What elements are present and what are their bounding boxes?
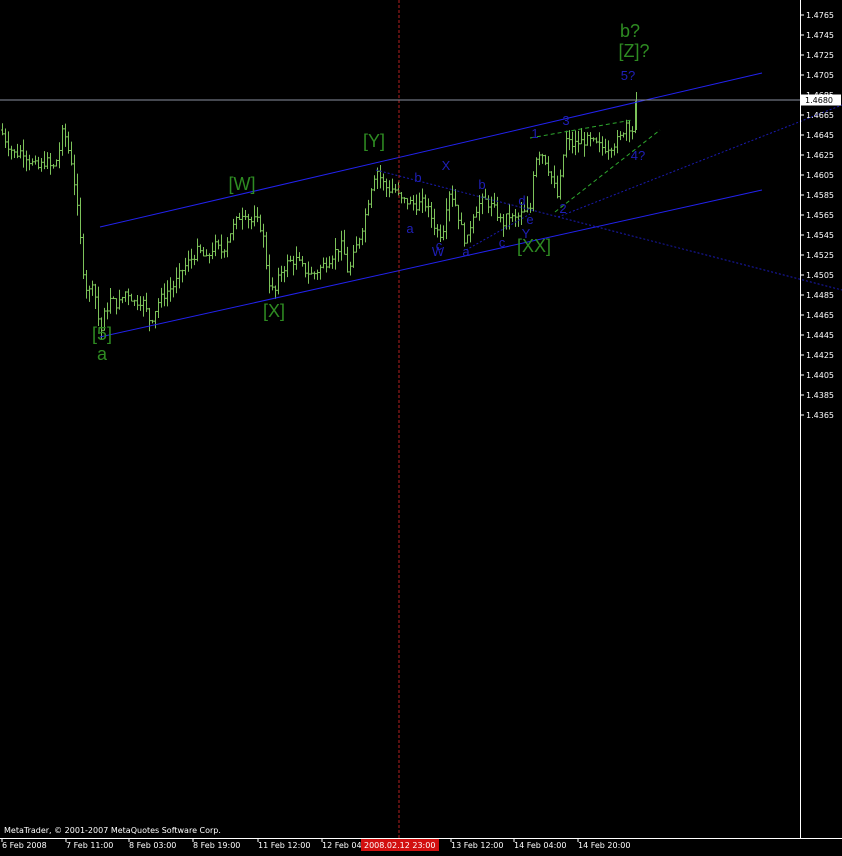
- x-tick-label: 8 Feb 19:00: [193, 841, 240, 850]
- y-tick-label: 1.4425: [806, 351, 834, 360]
- current-price-box: 1.4680: [801, 94, 841, 106]
- wave-label-minor: a: [462, 244, 470, 259]
- y-axis-ticks: 1.47651.47451.47251.47051.46851.46651.46…: [800, 11, 834, 420]
- wave-label-major: [Z]?: [618, 41, 649, 61]
- cursor-time-label: 2008.02.12 23:00: [364, 841, 435, 850]
- y-tick-label: 1.4545: [806, 231, 834, 240]
- x-tick-label: 13 Feb 12:00: [451, 841, 503, 850]
- y-tick-label: 1.4365: [806, 411, 834, 420]
- chart-background: [0, 0, 842, 856]
- wave-label-minor: d: [518, 193, 525, 208]
- y-tick-label: 1.4665: [806, 111, 834, 120]
- wave-label-minor: e: [526, 212, 533, 227]
- wave-label-major: [5]: [92, 324, 112, 344]
- y-tick-label: 1.4645: [806, 131, 834, 140]
- wave-label-minor: 5?: [621, 68, 635, 83]
- current-price-label: 1.4680: [805, 96, 833, 105]
- y-tick-label: 1.4445: [806, 331, 834, 340]
- wave-label-major: a: [97, 344, 108, 364]
- wave-label-minor: 3: [562, 113, 569, 128]
- wave-label-minor: c: [499, 235, 506, 250]
- x-tick-label: 8 Feb 03:00: [129, 841, 176, 850]
- x-tick-label: 7 Feb 11:00: [66, 841, 113, 850]
- y-tick-label: 1.4525: [806, 251, 834, 260]
- y-tick-label: 1.4765: [806, 11, 834, 20]
- wave-label-major: [W]: [229, 174, 256, 194]
- wave-label-minor: Y: [522, 226, 531, 241]
- wave-label-major: b?: [620, 21, 640, 41]
- wave-label-minor: a: [406, 221, 414, 236]
- y-tick-label: 1.4565: [806, 211, 834, 220]
- wave-label-minor: X: [442, 158, 451, 173]
- wave-label-minor: W: [432, 244, 445, 259]
- wave-label-major: [Y]: [363, 131, 385, 151]
- cursor-time-box: 2008.02.12 23:00: [361, 839, 439, 851]
- wave-label-minor: b: [414, 170, 421, 185]
- y-tick-label: 1.4605: [806, 171, 834, 180]
- platform-copyright: MetaTrader, © 2001-2007 MetaQuotes Softw…: [4, 826, 221, 835]
- wave-label-minor: 1: [531, 126, 538, 141]
- wave-label-major: [X]: [263, 301, 285, 321]
- y-tick-label: 1.4745: [806, 31, 834, 40]
- y-tick-label: 1.4725: [806, 51, 834, 60]
- wave-label-minor: 2: [559, 201, 566, 216]
- wave-label-minor: b: [478, 177, 485, 192]
- x-tick-label: 14 Feb 20:00: [578, 841, 630, 850]
- x-tick-label: 14 Feb 04:00: [514, 841, 566, 850]
- x-tick-label: 11 Feb 12:00: [258, 841, 310, 850]
- price-chart: a[5][X][W][Y][XX][Z]?b?abcWXabcdeY1234?5…: [0, 0, 842, 856]
- y-tick-label: 1.4465: [806, 311, 834, 320]
- wave-label-minor: 4?: [631, 148, 645, 163]
- y-tick-label: 1.4505: [806, 271, 834, 280]
- y-tick-label: 1.4705: [806, 71, 834, 80]
- y-tick-label: 1.4585: [806, 191, 834, 200]
- x-tick-label: 6 Feb 2008: [2, 841, 47, 850]
- y-tick-label: 1.4625: [806, 151, 834, 160]
- y-tick-label: 1.4405: [806, 371, 834, 380]
- y-tick-label: 1.4485: [806, 291, 834, 300]
- y-tick-label: 1.4385: [806, 391, 834, 400]
